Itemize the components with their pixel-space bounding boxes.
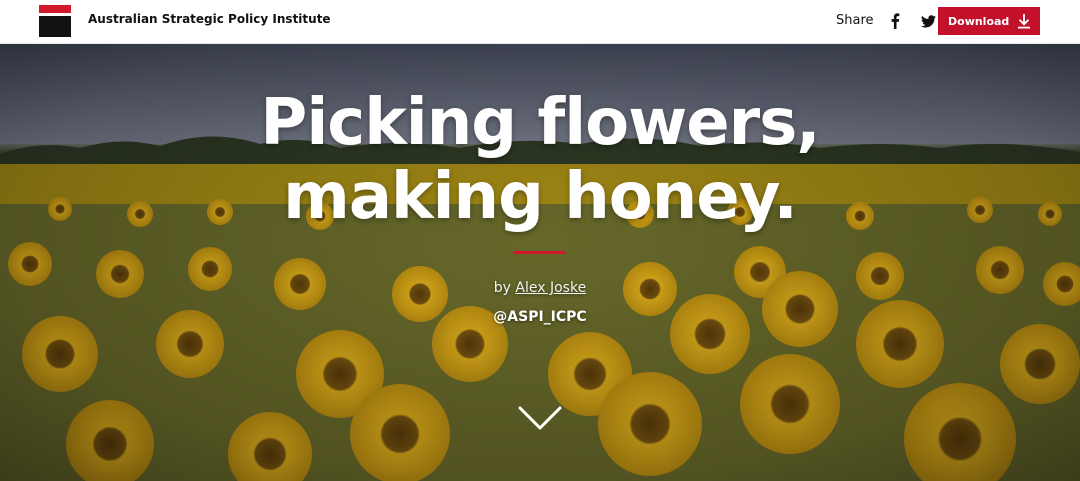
top-navigation-bar: Australian Strategic Policy Institute Sh… — [0, 0, 1080, 44]
twitter-icon[interactable] — [919, 12, 937, 30]
logo-red-band — [39, 5, 71, 13]
hero-title: Picking flowers, making honey. — [0, 86, 1080, 234]
title-accent-rule — [513, 251, 565, 254]
author-byline: by Alex Joske — [0, 280, 1080, 296]
author-link[interactable]: Alex Joske — [515, 280, 586, 296]
logo-divider — [39, 13, 71, 16]
twitter-handle[interactable]: @ASPI_ICPC — [0, 309, 1080, 325]
hero-banner: Picking flowers, making honey. by Alex J… — [0, 44, 1080, 481]
byline-prefix: by — [493, 280, 516, 296]
organisation-name[interactable]: Australian Strategic Policy Institute — [88, 12, 331, 26]
download-arrow-icon — [1018, 14, 1030, 29]
aspi-logo[interactable] — [39, 5, 71, 37]
share-label: Share — [836, 13, 874, 28]
download-button-label: Download — [948, 14, 1010, 28]
facebook-icon[interactable] — [886, 12, 904, 30]
chevron-down-icon[interactable] — [516, 404, 564, 434]
hero-title-line-1: Picking flowers, — [260, 86, 820, 160]
hero-title-line-2: making honey. — [283, 160, 798, 234]
download-button[interactable]: Download — [938, 7, 1040, 35]
